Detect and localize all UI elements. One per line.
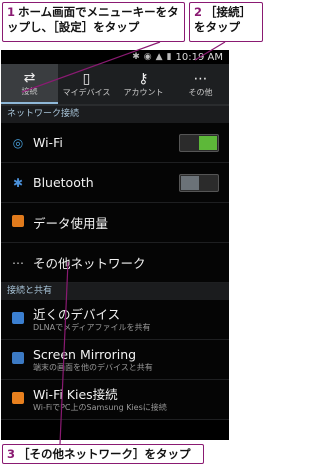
leader-line-3	[59, 261, 69, 445]
leader-line-2	[194, 41, 226, 61]
leader-line-1	[21, 41, 161, 93]
callout-step-3-number: 3	[7, 447, 16, 461]
callout-step-3: 3 ［その他ネットワーク］をタップ	[2, 444, 204, 464]
callout-leader-lines	[21, 41, 226, 445]
callout-step-3-text: ［その他ネットワーク］をタップ	[18, 447, 191, 461]
